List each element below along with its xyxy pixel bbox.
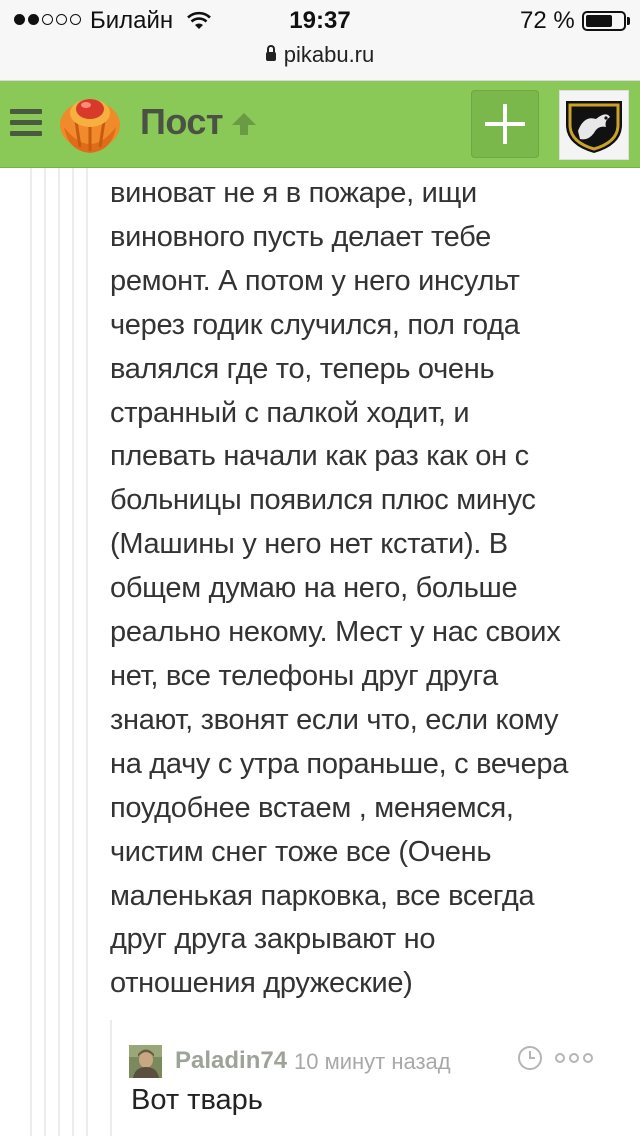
comment-line: валялся где то, теперь очень — [110, 352, 495, 385]
pikabu-logo-icon[interactable] — [54, 87, 126, 159]
battery-level-fill — [586, 15, 612, 27]
hamburger-menu-icon[interactable] — [10, 109, 42, 137]
clock-icon[interactable] — [518, 1046, 542, 1070]
url-text: pikabu.ru — [283, 42, 375, 67]
reply-text: Вот тварь — [131, 1084, 263, 1116]
avatar-image — [129, 1045, 162, 1078]
battery-tip — [627, 17, 630, 25]
status-bar: Билайн 19:37 72 % pikabu.ru — [0, 0, 640, 81]
comment-line: виноват не я в пожаре, ищи — [110, 177, 477, 209]
comment-body: виноват не я в пожаре, ищи виновного пуст… — [110, 172, 610, 1006]
comment-line: маленькая парковка, все всегда — [110, 879, 535, 912]
comment-line: друг друга закрывают но — [110, 923, 436, 956]
comment-line: знают, звонят если что, если кому — [110, 703, 559, 736]
reply-timestamp: 10 минут назад — [294, 1049, 451, 1074]
site-header: Пост — [0, 81, 640, 168]
battery-icon — [582, 11, 626, 31]
arrow-up-icon[interactable] — [230, 111, 258, 137]
thread-line — [86, 168, 88, 1136]
comment-line: отношения дружеские) — [110, 967, 413, 1000]
reply-author-name[interactable]: Paladin74 — [175, 1047, 287, 1075]
address-bar[interactable]: pikabu.ru — [0, 42, 640, 68]
comment-line: общем думаю на него, больше — [110, 572, 518, 605]
comment-line: реально некому. Мест у нас своих — [110, 616, 561, 649]
comment-line: на дачу с утра пораньше, с вечера — [110, 747, 569, 780]
thread-line — [72, 168, 74, 1136]
thread-line — [30, 168, 32, 1136]
comment-line: плевать начали как раз как он с — [110, 440, 529, 473]
reply-thread-line — [110, 1020, 112, 1136]
reply-author-avatar[interactable] — [129, 1045, 162, 1078]
comment-line: (Машины у него нет кстати). В — [110, 528, 508, 561]
thread-line — [44, 168, 46, 1136]
comment-line: чистим снег тоже все (Очень — [110, 835, 492, 868]
user-avatar-image — [566, 101, 622, 153]
comment-line: поудобнее встаем , меняемся, — [110, 791, 514, 824]
battery-percent: 72 % — [520, 7, 575, 34]
comment-line: больницы появился плюс минус — [110, 484, 536, 517]
comment-line: ремонт. А потом у него инсульт — [110, 264, 520, 297]
comment-line: виновного пусть делает тебе — [110, 220, 491, 253]
comment-line: через годик случился, пол года — [110, 308, 520, 341]
lock-icon — [265, 45, 276, 61]
user-avatar[interactable] — [559, 90, 629, 160]
comment-line: странный с палкой ходит, и — [110, 396, 470, 429]
comment-line: нет, все телефоны друг друга — [110, 659, 498, 692]
add-post-button[interactable] — [471, 90, 539, 158]
more-options-icon[interactable] — [555, 1053, 593, 1063]
page-title: Пост — [140, 101, 224, 142]
thread-line — [58, 168, 60, 1136]
